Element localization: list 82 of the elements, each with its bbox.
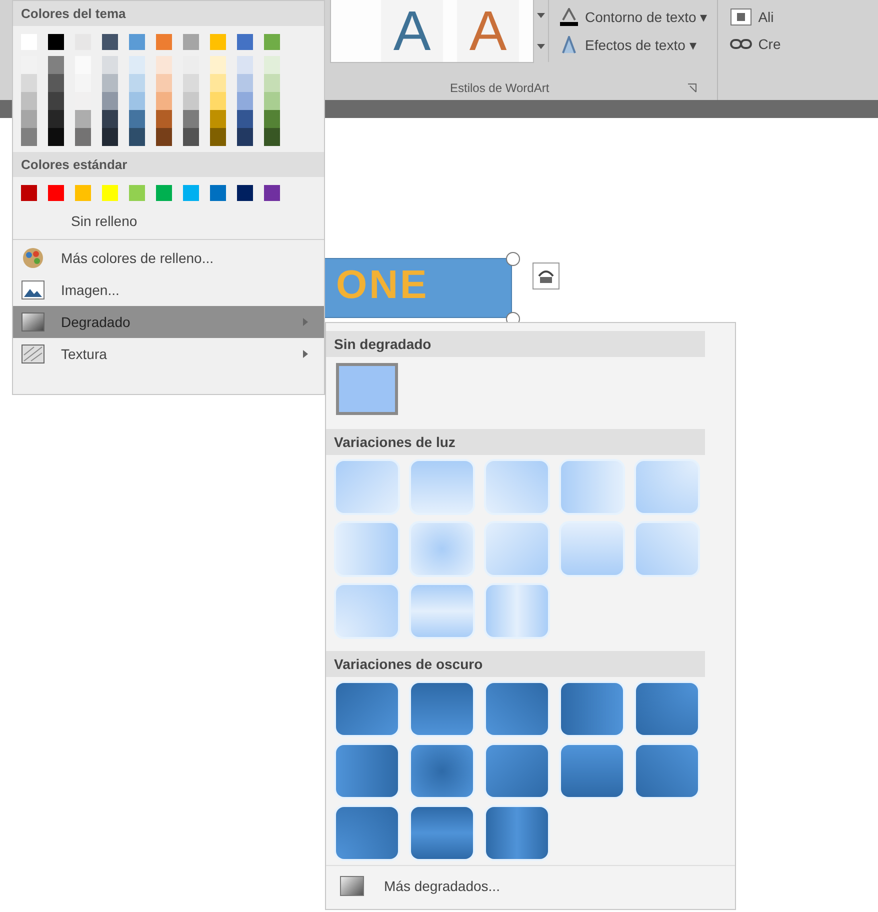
- gradient-swatch[interactable]: [486, 683, 548, 735]
- group-label: Estilos de WordArt: [450, 81, 550, 95]
- gradient-swatch[interactable]: [411, 745, 473, 797]
- gradient-swatch[interactable]: [411, 585, 473, 637]
- color-swatch[interactable]: [156, 34, 172, 50]
- gradient-swatch[interactable]: [486, 745, 548, 797]
- ribbon-command[interactable]: Ali: [730, 8, 781, 26]
- color-shades[interactable]: [75, 56, 91, 146]
- shape-text: ONE: [336, 263, 429, 308]
- section-header: Variaciones de oscuro: [326, 651, 705, 677]
- gradient-swatch[interactable]: [561, 745, 623, 797]
- gradient-swatch[interactable]: [636, 461, 698, 513]
- gradient-swatch[interactable]: [636, 523, 698, 575]
- color-swatch[interactable]: [183, 34, 199, 50]
- color-swatch[interactable]: [48, 185, 64, 201]
- section-header: Colores del tema: [13, 1, 324, 26]
- section-header: Sin degradado: [326, 331, 705, 357]
- gradient-swatch[interactable]: [486, 807, 548, 859]
- gradient-swatch[interactable]: [336, 461, 398, 513]
- gradient-swatch[interactable]: [561, 461, 623, 513]
- color-swatch[interactable]: [129, 185, 145, 201]
- color-shades[interactable]: [156, 56, 172, 146]
- palette-icon: [21, 247, 45, 269]
- color-swatch[interactable]: [129, 34, 145, 50]
- ribbon-command[interactable]: Efectos de texto ▾: [559, 36, 708, 54]
- color-swatch[interactable]: [237, 185, 253, 201]
- section-header: Colores estándar: [13, 152, 324, 177]
- color-shades[interactable]: [264, 56, 280, 146]
- text-outline-icon: [559, 8, 579, 26]
- link-icon: [730, 38, 752, 50]
- gradient-icon: [21, 311, 45, 333]
- gradient-swatch[interactable]: [411, 683, 473, 735]
- color-swatch[interactable]: [48, 34, 64, 50]
- ribbon-command[interactable]: Cre: [730, 36, 781, 52]
- gradient-swatch[interactable]: [411, 461, 473, 513]
- gradient-swatch[interactable]: [561, 523, 623, 575]
- gradient-swatch[interactable]: [636, 745, 698, 797]
- color-swatch[interactable]: [156, 185, 172, 201]
- color-swatch[interactable]: [210, 185, 226, 201]
- color-swatch[interactable]: [75, 185, 91, 201]
- gradient-swatch[interactable]: [561, 683, 623, 735]
- gradient-swatch[interactable]: [336, 807, 398, 859]
- gradient-swatch[interactable]: [411, 807, 473, 859]
- color-shades[interactable]: [102, 56, 118, 146]
- gradient-swatch[interactable]: [636, 683, 698, 735]
- layout-options-icon[interactable]: [532, 262, 560, 290]
- gradient-swatch[interactable]: [486, 461, 548, 513]
- more-gradients-item[interactable]: Más degradados...: [326, 865, 735, 910]
- resize-handle[interactable]: [506, 252, 520, 266]
- color-swatch[interactable]: [237, 34, 253, 50]
- section-header: Variaciones de luz: [326, 429, 705, 455]
- picture-icon: [21, 279, 45, 301]
- wordart-style[interactable]: A: [457, 0, 519, 62]
- gradient-swatch[interactable]: [486, 585, 548, 637]
- color-shades[interactable]: [210, 56, 226, 146]
- color-shades[interactable]: [48, 56, 64, 146]
- gradient-icon: [340, 876, 364, 896]
- menu-item[interactable]: Degradado: [13, 306, 324, 338]
- color-swatch[interactable]: [210, 34, 226, 50]
- color-swatch[interactable]: [102, 185, 118, 201]
- color-swatch[interactable]: [183, 185, 199, 201]
- color-swatch[interactable]: [102, 34, 118, 50]
- gradient-swatch[interactable]: [336, 363, 398, 415]
- color-swatch[interactable]: [264, 185, 280, 201]
- menu-item[interactable]: Sin relleno: [13, 205, 324, 237]
- gradient-swatch[interactable]: [486, 523, 548, 575]
- ribbon-command[interactable]: Contorno de texto ▾: [559, 8, 708, 26]
- color-shades[interactable]: [237, 56, 253, 146]
- text-effects-icon: [559, 36, 579, 54]
- menu-item[interactable]: Textura: [13, 338, 324, 370]
- gradient-swatch[interactable]: [336, 585, 398, 637]
- align-icon: [730, 8, 752, 26]
- color-swatch[interactable]: [264, 34, 280, 50]
- gradient-swatch[interactable]: [411, 523, 473, 575]
- color-shades[interactable]: [129, 56, 145, 146]
- gradient-swatch[interactable]: [336, 745, 398, 797]
- color-swatch[interactable]: [21, 185, 37, 201]
- gradient-swatch[interactable]: [336, 683, 398, 735]
- dialog-launcher-icon[interactable]: [687, 83, 698, 93]
- wordart-style[interactable]: A: [381, 0, 443, 62]
- gradient-swatch[interactable]: [336, 523, 398, 575]
- texture-icon: [21, 343, 45, 365]
